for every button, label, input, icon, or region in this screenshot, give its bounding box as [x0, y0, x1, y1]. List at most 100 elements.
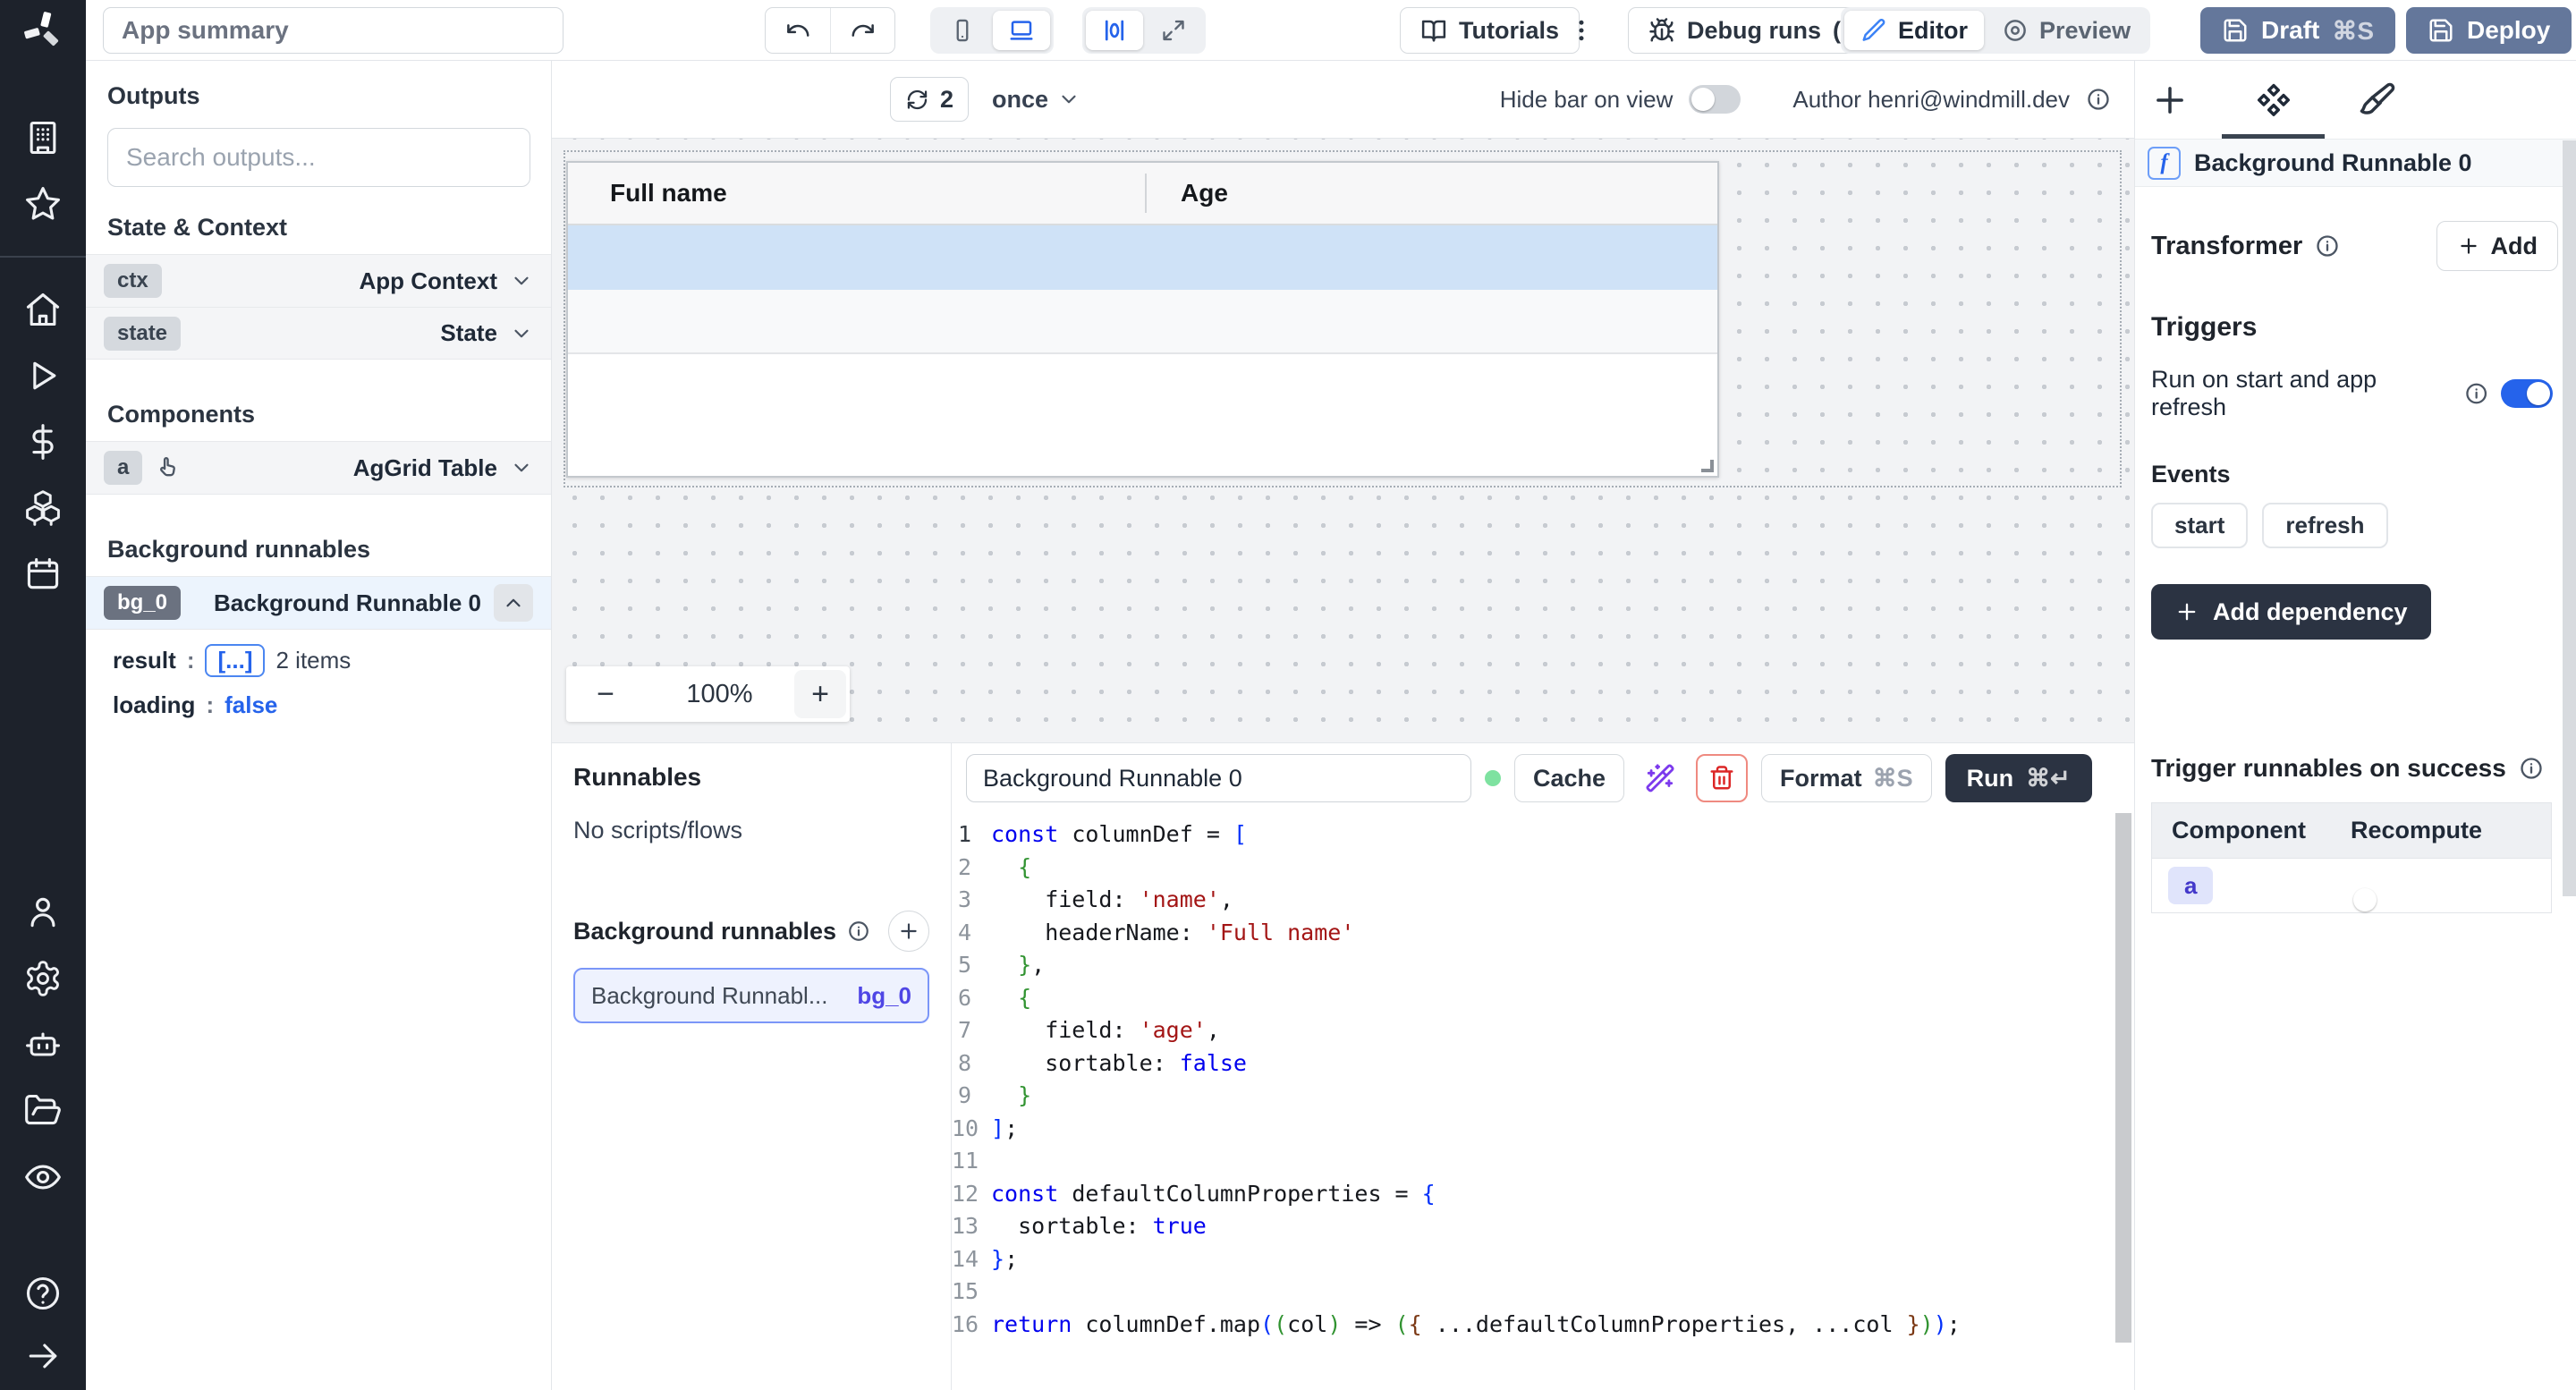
- aggrid-table-component[interactable]: Full name Age: [566, 161, 1719, 478]
- windmill-logo-icon[interactable]: [0, 0, 86, 61]
- star-icon[interactable]: [14, 182, 72, 225]
- code-line[interactable]: 9 }: [952, 1080, 2134, 1113]
- collapse-arrow-icon[interactable]: [14, 1335, 72, 1377]
- eye-icon[interactable]: [14, 1156, 72, 1199]
- runnable-name-input[interactable]: [966, 754, 1471, 802]
- more-options-icon[interactable]: [1563, 7, 1599, 54]
- code-editor[interactable]: 1const columnDef = [2 {3 field: 'name',4…: [952, 813, 2134, 1387]
- tab-preview[interactable]: Preview: [1986, 11, 2147, 50]
- bg0-badge: bg_0: [104, 586, 181, 620]
- refresh-count: 2: [940, 86, 953, 114]
- tutorials-button[interactable]: Tutorials: [1400, 7, 1580, 54]
- center-layout-button[interactable]: [1086, 11, 1143, 50]
- tab-editor[interactable]: Editor: [1844, 11, 1984, 50]
- component-a-badge[interactable]: a: [2168, 867, 2213, 904]
- code-line[interactable]: 6 {: [952, 982, 2134, 1015]
- redo-button[interactable]: [830, 8, 894, 53]
- editor-scrollbar-thumb[interactable]: [2115, 813, 2131, 1343]
- desktop-view-button[interactable]: [993, 11, 1050, 50]
- output-row-bg0[interactable]: bg_0 Background Runnable 0: [86, 577, 551, 629]
- code-line[interactable]: 2 {: [952, 852, 2134, 885]
- output-row-state[interactable]: state State: [86, 307, 551, 359]
- home-icon[interactable]: [14, 288, 72, 331]
- output-row-component-a[interactable]: a AgGrid Table: [86, 442, 551, 494]
- code-line[interactable]: 3 field: 'name',: [952, 884, 2134, 917]
- add-dependency-button[interactable]: Add dependency: [2151, 584, 2431, 640]
- mobile-view-button[interactable]: [934, 11, 991, 50]
- app-summary-input[interactable]: [103, 7, 564, 54]
- info-icon[interactable]: [2315, 233, 2340, 259]
- tab-component-settings-selected[interactable]: [2253, 80, 2294, 121]
- code-line[interactable]: 8 sortable: false: [952, 1047, 2134, 1081]
- boxes-icon[interactable]: [14, 487, 72, 530]
- dollar-icon[interactable]: [14, 420, 72, 463]
- play-icon[interactable]: [14, 354, 72, 397]
- tab-styling[interactable]: [2357, 80, 2398, 121]
- code-line[interactable]: 12const defaultColumnProperties = {: [952, 1178, 2134, 1211]
- column-header-age[interactable]: Age: [1147, 179, 1228, 208]
- draft-label: Draft: [2261, 16, 2319, 45]
- delete-runnable-button[interactable]: [1696, 754, 1748, 802]
- chevron-down-icon[interactable]: [510, 322, 533, 345]
- app-canvas[interactable]: Full name Age − 100% +: [552, 139, 2134, 742]
- run-mode-dropdown[interactable]: once: [992, 86, 1080, 114]
- info-icon[interactable]: [2519, 756, 2544, 781]
- rail-divider: [0, 256, 86, 258]
- resize-handle[interactable]: [1701, 460, 1714, 472]
- table-row-selected[interactable]: [568, 225, 1717, 290]
- output-row-ctx[interactable]: ctx App Context: [86, 255, 551, 307]
- table-row[interactable]: [568, 290, 1717, 354]
- zoom-in-button[interactable]: +: [794, 670, 846, 718]
- hide-bar-toggle[interactable]: [1689, 85, 1741, 114]
- folder-open-icon[interactable]: [14, 1089, 72, 1132]
- ai-wand-button[interactable]: [1638, 754, 1682, 802]
- result-expand-chip[interactable]: [...]: [205, 644, 265, 677]
- info-icon[interactable]: [847, 920, 870, 943]
- draft-button[interactable]: Draft ⌘S: [2200, 7, 2395, 54]
- user-icon[interactable]: [14, 891, 72, 934]
- calendar-icon[interactable]: [14, 553, 72, 596]
- code-line[interactable]: 5 },: [952, 949, 2134, 982]
- chevron-down-icon[interactable]: [510, 456, 533, 479]
- run-label: Run: [1967, 765, 2013, 792]
- code-line[interactable]: 13 sortable: true: [952, 1210, 2134, 1243]
- run-on-start-toggle[interactable]: [2501, 379, 2553, 408]
- code-line[interactable]: 10];: [952, 1113, 2134, 1146]
- info-icon[interactable]: [2086, 87, 2111, 112]
- code-line[interactable]: 7 field: 'age',: [952, 1014, 2134, 1047]
- status-dot-green: [1485, 770, 1501, 786]
- gear-icon[interactable]: [14, 957, 72, 1000]
- refresh-count-button[interactable]: 2: [890, 77, 969, 122]
- code-line[interactable]: 14};: [952, 1243, 2134, 1276]
- info-icon[interactable]: [2464, 381, 2488, 406]
- loading-row: loading : false: [113, 691, 551, 719]
- code-line[interactable]: 4 headerName: 'Full name': [952, 917, 2134, 950]
- add-transformer-button[interactable]: Add: [2436, 221, 2558, 271]
- chevron-down-icon[interactable]: [510, 269, 533, 292]
- code-line[interactable]: 11: [952, 1145, 2134, 1178]
- run-button[interactable]: Run ⌘↵: [1945, 754, 2092, 802]
- fullscreen-icon[interactable]: [1145, 11, 1202, 50]
- tab-add-component[interactable]: [2149, 80, 2190, 121]
- deploy-button[interactable]: Deploy: [2406, 7, 2572, 54]
- column-header-full-name[interactable]: Full name: [568, 179, 1145, 208]
- cache-button[interactable]: Cache: [1514, 754, 1624, 802]
- zoom-out-button[interactable]: −: [566, 677, 645, 712]
- code-line[interactable]: 16return columnDef.map((col) => ({ ...de…: [952, 1309, 2134, 1342]
- trash-icon: [1708, 765, 1735, 792]
- background-runnable-item-selected[interactable]: Background Runnabl... bg_0: [573, 968, 929, 1023]
- panel-scrollbar-thumb[interactable]: [2563, 140, 2576, 896]
- format-button[interactable]: Format ⌘S: [1761, 754, 1932, 802]
- add-background-runnable-button[interactable]: [888, 911, 929, 952]
- code-line[interactable]: 15: [952, 1276, 2134, 1309]
- plus-icon: [2174, 599, 2199, 624]
- undo-button[interactable]: [766, 8, 830, 53]
- collapse-row-button[interactable]: [494, 584, 533, 622]
- robot-icon[interactable]: [14, 1023, 72, 1066]
- chevron-down-icon: [1057, 88, 1080, 111]
- runnables-empty-text: No scripts/flows: [573, 817, 929, 844]
- search-outputs-input[interactable]: [107, 128, 530, 187]
- help-circle-icon[interactable]: [14, 1272, 72, 1315]
- building-icon[interactable]: [14, 116, 72, 159]
- code-line[interactable]: 1const columnDef = [: [952, 818, 2134, 852]
